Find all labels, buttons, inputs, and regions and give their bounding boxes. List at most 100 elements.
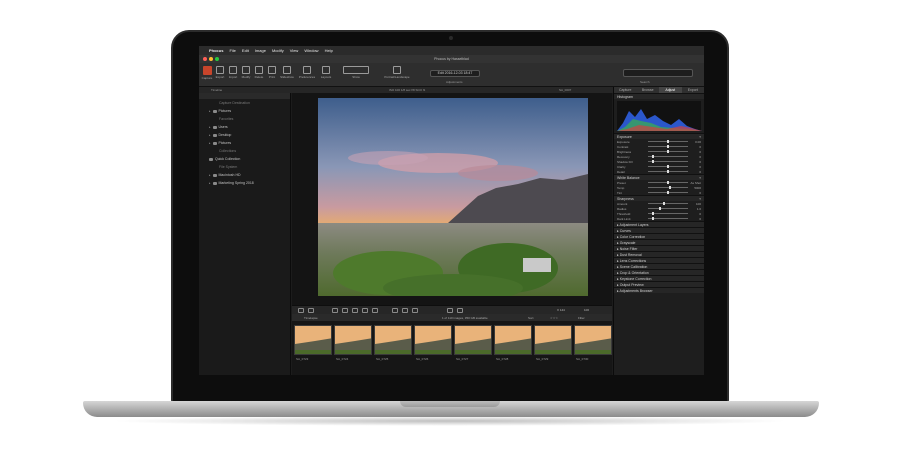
slideshow-button[interactable]: Slideshow — [280, 66, 294, 80]
folder-label: Users — [218, 125, 228, 129]
histogram-graph — [617, 109, 702, 131]
search-label: Search — [640, 80, 650, 84]
slider-knob[interactable] — [668, 186, 671, 189]
slider-knob[interactable] — [667, 191, 669, 194]
search-input[interactable] — [623, 69, 693, 77]
menu-modify[interactable]: Modify — [272, 48, 284, 53]
zoom-level[interactable]: 100 — [584, 308, 589, 312]
import-button[interactable]: Import — [227, 66, 239, 80]
thumbnail-name: SA_0725 — [376, 357, 389, 361]
modify-button[interactable]: Modify — [240, 66, 252, 80]
zoom-icon[interactable] — [215, 57, 219, 61]
folder-pictures[interactable]: ▸ Pictures — [199, 107, 290, 115]
rotate-right-icon[interactable] — [402, 308, 408, 313]
sort-control[interactable]: Sort — [528, 316, 534, 320]
hand-icon[interactable] — [372, 308, 378, 313]
folder-desktop[interactable]: ▸ Desktop — [199, 131, 290, 139]
menu-file[interactable]: File — [229, 48, 235, 53]
menu-view[interactable]: View — [290, 48, 299, 53]
timeline-label[interactable]: Timeline — [211, 88, 222, 92]
close-icon[interactable] — [203, 57, 207, 61]
export-button[interactable]: Export — [214, 66, 226, 80]
slider-track[interactable] — [648, 218, 688, 219]
thumbnail[interactable]: SA_0725 — [374, 325, 412, 371]
thumbnail[interactable]: SA_0727 — [454, 325, 492, 371]
disclosure-icon[interactable]: ▸ — [209, 171, 211, 179]
slider-knob[interactable] — [663, 202, 666, 205]
edit-date-field[interactable]: Edit 2016-12-03 18:47 — [430, 70, 480, 77]
straighten-icon[interactable] — [352, 308, 358, 313]
tool-section-11[interactable]: ▸ Adjustments Browser — [614, 287, 704, 293]
next-image-icon[interactable] — [457, 308, 463, 313]
quick-collection[interactable]: Quick Collection — [199, 155, 290, 163]
slider-track[interactable] — [648, 213, 688, 214]
rotate-left-icon[interactable] — [392, 308, 398, 313]
brush-icon[interactable] — [342, 308, 348, 313]
slider-track[interactable] — [648, 161, 688, 162]
drive-marketing[interactable]: ▸ Marketing Spring 2018 — [199, 179, 290, 187]
loupe-icon[interactable] — [362, 308, 368, 313]
folder-label: Pictures — [218, 109, 232, 113]
disclosure-icon[interactable]: ▸ — [209, 139, 211, 147]
slider-track[interactable] — [648, 156, 688, 157]
slider-knob[interactable] — [651, 160, 654, 163]
slideshow-icon — [283, 66, 291, 74]
collection-icon — [209, 157, 213, 161]
orientation-icon — [393, 66, 401, 74]
screen: Phocus File Edit Image Modify View Windo… — [199, 46, 704, 375]
layouts-label: Layouts — [320, 75, 332, 79]
folder-users[interactable]: ▸ Users — [199, 123, 290, 131]
menu-window[interactable]: Window — [304, 48, 318, 53]
slider-knob[interactable] — [667, 145, 669, 148]
rating-stars-icon[interactable]: ☆☆☆ — [550, 316, 558, 320]
folder-pictures-2[interactable]: ▸ Pictures — [199, 139, 290, 147]
filter-control[interactable]: Filter — [578, 316, 585, 320]
slider-track[interactable] — [648, 208, 688, 209]
landscape-photo — [318, 98, 588, 296]
drive-macintosh-hd[interactable]: ▸ Macintosh HD — [199, 171, 290, 179]
thumbnail[interactable]: SA_0729 — [534, 325, 572, 371]
slider-knob[interactable] — [667, 181, 669, 184]
single-view-icon[interactable] — [298, 308, 304, 313]
histogram-header[interactable]: Histogram — [614, 93, 704, 99]
slider-knob[interactable] — [667, 150, 669, 153]
disclosure-icon[interactable]: ▸ — [209, 179, 211, 187]
capture-button[interactable]: Capture — [201, 66, 213, 80]
slider-knob[interactable] — [667, 170, 669, 173]
main-photo[interactable] — [318, 98, 588, 296]
crop-icon[interactable] — [332, 308, 338, 313]
menu-help[interactable]: Help — [325, 48, 333, 53]
slider-knob[interactable] — [651, 212, 654, 215]
thumbnail[interactable]: SA_0723 — [294, 325, 332, 371]
slider-knob[interactable] — [659, 207, 662, 210]
orientation-button[interactable]: Portrait/Landscape — [384, 66, 410, 80]
thumbnail[interactable]: SA_0724 — [334, 325, 372, 371]
disclosure-icon[interactable]: ▸ — [209, 107, 211, 115]
delete-button[interactable]: Delete — [253, 66, 265, 80]
slider-knob[interactable] — [667, 165, 669, 168]
minimize-icon[interactable] — [209, 57, 213, 61]
show-button[interactable]: Show — [342, 66, 370, 80]
compare-view-icon[interactable] — [308, 308, 314, 313]
thumbnail-name: SA_0724 — [336, 357, 349, 361]
print-button[interactable]: Print — [266, 66, 278, 80]
current-file-name: SA_0007 — [559, 88, 572, 92]
slider-knob[interactable] — [651, 217, 654, 220]
slider-track[interactable] — [648, 203, 688, 204]
flip-icon[interactable] — [412, 308, 418, 313]
thumbnail[interactable]: SA_0730 — [574, 325, 612, 371]
menu-image[interactable]: Image — [255, 48, 266, 53]
disclosure-icon[interactable]: ▸ — [209, 131, 211, 139]
menu-edit[interactable]: Edit — [242, 48, 249, 53]
thumbnail[interactable]: SA_0728 — [494, 325, 532, 371]
slider-knob[interactable] — [651, 155, 654, 158]
prev-image-icon[interactable] — [447, 308, 453, 313]
thumbnail[interactable]: SA_0726 — [414, 325, 452, 371]
slider-knob[interactable] — [667, 140, 669, 143]
layouts-button[interactable]: Layouts — [320, 66, 332, 80]
menu-app-name[interactable]: Phocus — [209, 48, 223, 53]
preferences-button[interactable]: Preferences — [299, 66, 315, 80]
thumbnail-name: SA_0723 — [296, 357, 309, 361]
disclosure-icon[interactable]: ▸ — [209, 123, 211, 131]
viewer-file-label: X 144 — [557, 308, 565, 312]
